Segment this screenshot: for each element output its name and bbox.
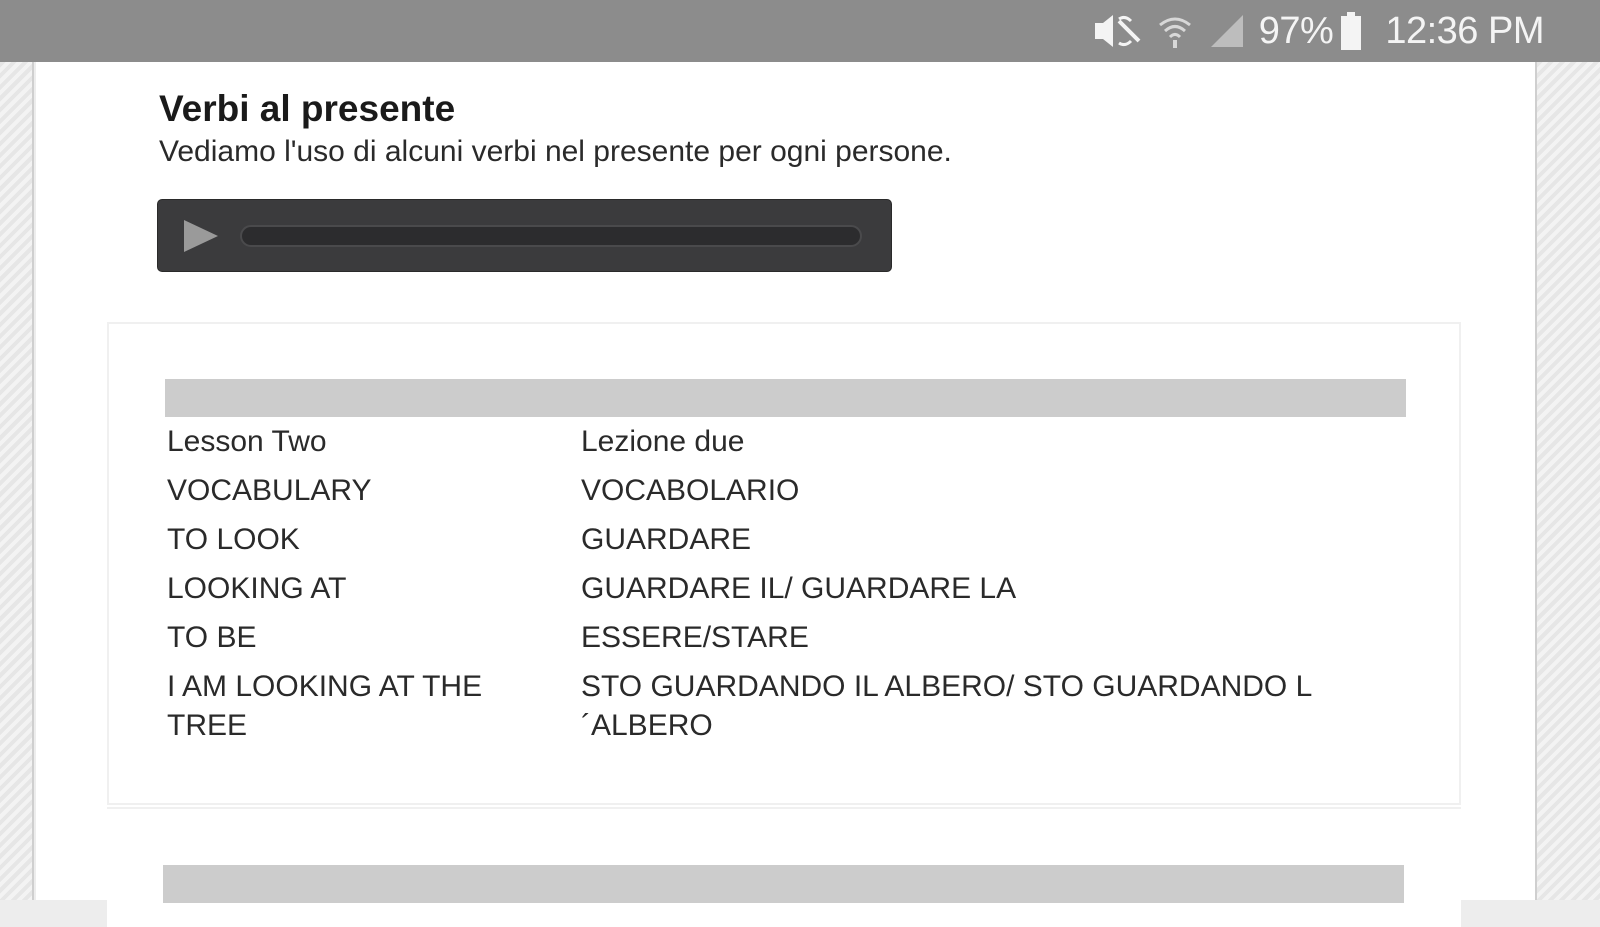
english-term: I AM LOOKING AT THE TREE xyxy=(167,670,483,742)
mute-icon xyxy=(1093,13,1141,49)
table-header-bar xyxy=(163,865,1404,903)
wifi-icon xyxy=(1157,13,1193,49)
clock: 12:36 PM xyxy=(1385,9,1544,52)
lesson-page: Verbi al presente Vediamo l'uso di alcun… xyxy=(36,62,1535,927)
audio-progress-track[interactable] xyxy=(240,224,862,247)
english-term: VOCABULARY xyxy=(167,474,372,507)
table-row: LOOKING AT GUARDARE IL/ GUARDARE LA xyxy=(167,569,1407,618)
audio-player xyxy=(157,199,892,272)
table-row: TO BE ESSERE/STARE xyxy=(167,618,1407,667)
vocab-card: Lesson Two Lezione due VOCABULARY VOCABOLAR… xyxy=(107,322,1461,805)
english-term: TO BE xyxy=(167,621,257,654)
italian-term: STO GUARDANDO IL ALBERO/ STO GUARDANDO L… xyxy=(581,670,1312,742)
signal-icon xyxy=(1209,13,1245,49)
italian-term: GUARDARE IL/ GUARDARE LA xyxy=(581,572,1017,605)
table-row: TO LOOK GUARDARE xyxy=(167,520,1407,569)
vocab-card-next xyxy=(107,807,1461,927)
play-icon[interactable] xyxy=(184,219,218,252)
battery-icon xyxy=(1339,11,1363,51)
table-header-bar xyxy=(165,379,1406,417)
status-bar: 97% 12:36 PM xyxy=(0,0,1600,62)
table-row: I AM LOOKING AT THE TREE STO GUARDANDO IL… xyxy=(167,667,1407,755)
vocab-table: Lesson Two Lezione due VOCABULARY VOCABOLAR… xyxy=(167,422,1407,755)
italian-term: GUARDARE xyxy=(581,523,752,556)
page-title: Verbi al presente xyxy=(159,88,456,129)
battery-percent: 97% xyxy=(1258,9,1334,52)
table-row: Lesson Two Lezione due xyxy=(167,422,1407,471)
english-term: Lesson Two xyxy=(167,425,327,458)
italian-term: Lezione due xyxy=(581,425,745,458)
page-subtitle: Vediamo l'uso di alcuni verbi nel presen… xyxy=(159,135,952,168)
right-gutter xyxy=(1535,62,1600,900)
english-term: TO LOOK xyxy=(167,523,300,556)
italian-term: ESSERE/STARE xyxy=(581,621,809,654)
table-row: VOCABULARY VOCABOLARIO xyxy=(167,471,1407,520)
left-gutter xyxy=(0,62,34,900)
italian-term: VOCABOLARIO xyxy=(581,474,800,507)
english-term: LOOKING AT xyxy=(167,572,347,605)
